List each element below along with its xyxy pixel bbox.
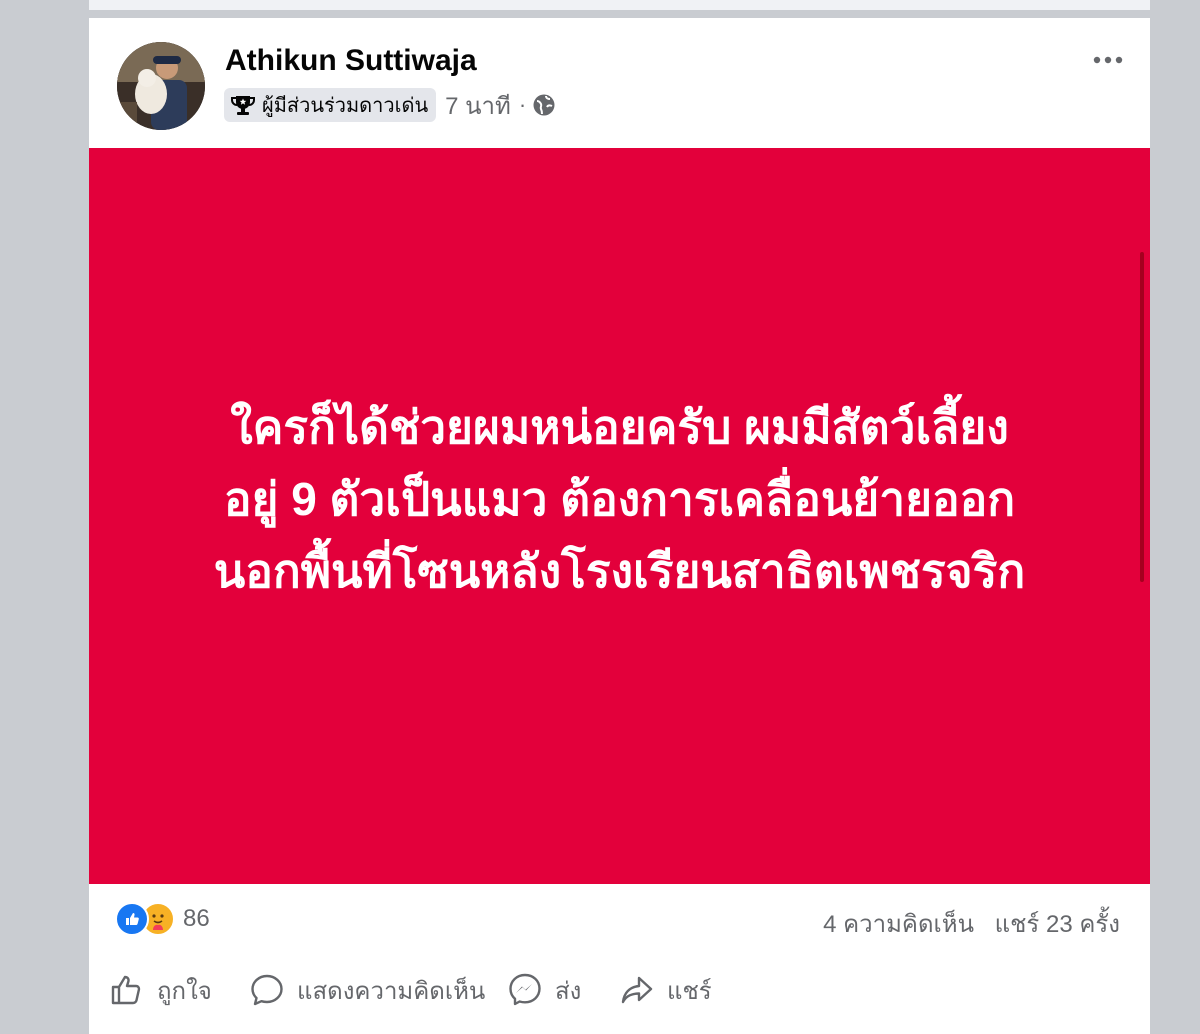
post-card: Athikun Suttiwaja ผู้มีส่วนร่วมดาวเด่น 7… [89,18,1150,1034]
post-text: ใครก็ได้ช่วยผมหน่อยครับ ผมมีสัตว์เลี้ยง … [129,391,1110,607]
post-text-line: อยู่ 9 ตัวเป็นแมว ต้องการเคลื่อนย้ายออก [223,473,1016,525]
send-label: ส่ง [555,977,582,1005]
author-avatar[interactable] [117,42,205,130]
more-options-button[interactable] [1088,46,1128,74]
post-text-background: ใครก็ได้ช่วยผมหน่อยครับ ผมมีสัตว์เลี้ยง … [89,148,1150,884]
share-label: แชร์ [667,977,712,1005]
badge-label: ผู้มีส่วนร่วมดาวเด่น [262,95,429,117]
post-meta: ผู้มีส่วนร่วมดาวเด่น 7 นาที · [224,88,556,122]
reaction-summary[interactable]: 86 [115,902,210,936]
avatar-photo [117,42,205,130]
send-button[interactable]: ส่ง [507,968,581,1012]
reaction-count: 86 [183,905,210,932]
comment-button[interactable]: แสดงความคิดเห็น [249,968,485,1012]
share-count-link[interactable]: แชร์ 23 ครั้ง [995,911,1120,938]
like-button[interactable]: ถูกใจ [109,968,212,1012]
thumbs-up-icon [111,975,141,1005]
trophy-icon [231,96,255,115]
post-text-line: ใครก็ได้ช่วยผมหน่อยครับ ผมมีสัตว์เลี้ยง [230,401,1009,453]
comment-bubble-icon [251,974,283,1006]
messenger-icon [509,973,541,1006]
author-name[interactable]: Athikun Suttiwaja [225,44,477,78]
share-arrow-icon [621,976,653,1004]
post-time[interactable]: 7 นาที [445,86,511,125]
more-dots-icon [1093,56,1123,64]
share-button[interactable]: แชร์ [619,968,712,1012]
comment-count-link[interactable]: 4 ความคิดเห็น [823,911,974,938]
like-label: ถูกใจ [157,977,212,1005]
like-reaction-icon [115,902,149,936]
post-text-line: นอกพื้นที่โซนหลังโรงเรียนสาธิตเพชรจริก [213,545,1026,597]
scrollbar[interactable] [1140,252,1144,582]
separator-dot: · [518,92,527,117]
top-fan-badge[interactable]: ผู้มีส่วนร่วมดาวเด่น [224,88,437,122]
globe-icon[interactable] [532,93,556,117]
engagement-stats: 4 ความคิดเห็น แชร์ 23 ครั้ง [809,904,1120,943]
post-actions-bar: ถูกใจ แสดงความคิดเห็น ส่ง แชร์ [89,968,1150,1012]
previous-post-edge [89,0,1150,10]
comment-label: แสดงความคิดเห็น [297,977,486,1005]
